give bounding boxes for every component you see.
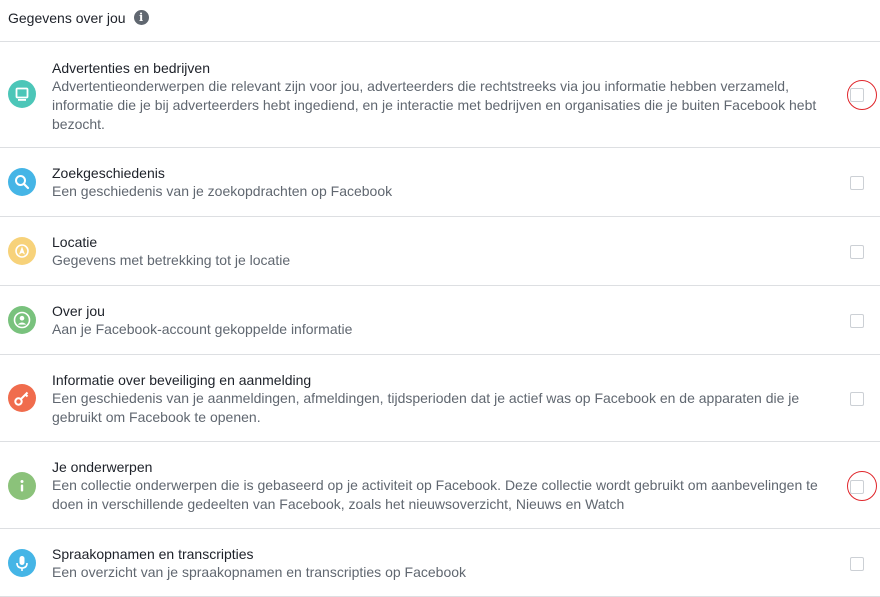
row-description: Een geschiedenis van je zoekopdrachten o… [52,183,393,199]
list-item-about-you[interactable]: Over jou Aan je Facebook-account gekoppe… [0,286,880,355]
list-item-location[interactable]: Locatie Gegevens met betrekking tot je l… [0,217,880,286]
checkbox-voice-recordings[interactable] [850,557,864,571]
checkbox-about-you[interactable] [850,314,864,328]
row-description: Gegevens met betrekking tot je locatie [52,252,291,268]
info-icon[interactable]: i [133,10,149,25]
row-description: Een overzicht van je spraakopnamen en tr… [52,564,467,580]
checkbox-location[interactable] [850,245,864,259]
checkbox-search-history[interactable] [850,176,864,190]
row-title: Je onderwerpen [52,459,153,475]
checkbox-your-topics[interactable] [850,480,864,494]
info-icon [8,472,36,500]
key-icon [8,384,36,412]
checkbox-security-login[interactable] [850,392,864,406]
row-description: Een geschiedenis van je aanmeldingen, af… [52,390,800,425]
microphone-icon [8,549,36,577]
section-header: Gegevens over jou i [0,0,880,42]
row-title: Spraakopnamen en transcripties [52,546,254,562]
row-description: Advertentieonderwerpen die relevant zijn… [52,78,817,132]
location-icon [8,237,36,265]
row-title: Locatie [52,234,98,250]
row-description: Een collectie onderwerpen die is gebasee… [52,477,818,512]
checkbox-ads[interactable] [850,88,864,102]
row-description: Aan je Facebook-account gekoppelde infor… [52,321,353,337]
search-icon [8,168,36,196]
list-item-your-topics[interactable]: Je onderwerpen Een collectie onderwerpen… [0,442,880,529]
list-item-voice-recordings[interactable]: Spraakopnamen en transcripties Een overz… [0,529,880,597]
list-item-ads[interactable]: Advertenties en bedrijven Advertentieond… [0,42,880,148]
list-item-search-history[interactable]: Zoekgeschiedenis Een geschiedenis van je… [0,148,880,217]
row-title: Over jou [52,303,105,319]
row-title: Advertenties en bedrijven [52,60,210,76]
section-title: Gegevens over jou [8,9,126,26]
profile-icon [8,306,36,334]
monitor-icon [8,80,36,108]
list-item-security-login[interactable]: Informatie over beveiliging en aanmeldin… [0,355,880,442]
row-title: Informatie over beveiliging en aanmeldin… [52,372,312,388]
row-title: Zoekgeschiedenis [52,165,165,181]
